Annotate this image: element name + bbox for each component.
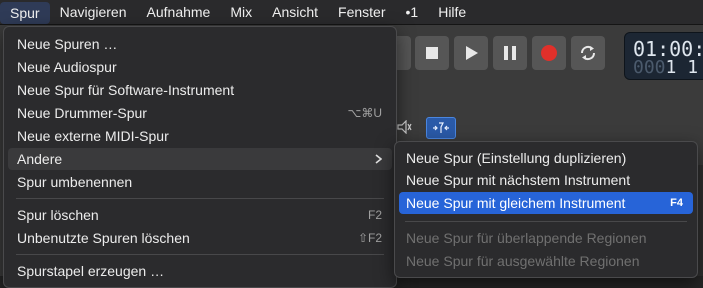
menu-item-shortcut: F2 (367, 208, 382, 222)
lcd-bars: 0001 1 (633, 57, 698, 78)
menu-item-label: Neue Spur für Software-Instrument (17, 82, 235, 98)
lcd-bars-dim: 000 (633, 57, 666, 78)
menu-item-label: Neue Spuren … (17, 36, 118, 52)
menu-item-spurstapel-erzeugen[interactable]: Spurstapel erzeugen … (8, 260, 392, 282)
spur-menu: Neue Spuren … Neue Audiospur Neue Spur f… (3, 26, 397, 288)
menu-item-label: Neue Drummer-Spur (17, 105, 147, 121)
submenu-item-label: Neue Spur für überlappende Regionen (406, 230, 647, 246)
secondary-toolbar (390, 117, 703, 139)
cycle-icon (580, 45, 596, 61)
submenu-item-gleichem-instrument[interactable]: Neue Spur mit gleichem Instrument F4 (399, 192, 693, 214)
menu-item-label: Spur umbenennen (17, 174, 133, 190)
stop-icon (426, 47, 438, 59)
menubar-one[interactable]: •1 (396, 0, 429, 24)
submenu-item-label: Neue Spur mit nächstem Instrument (406, 172, 631, 188)
menu-item-label: Spurstapel erzeugen … (17, 263, 165, 279)
menu-item-neue-audiospur[interactable]: Neue Audiospur (8, 56, 392, 78)
menu-item-label: Neue Audiospur (17, 59, 117, 75)
menu-bar: Spur Navigieren Aufnahme Mix Ansicht Fen… (0, 0, 703, 25)
andere-submenu: Neue Spur (Einstellung duplizieren) Neue… (394, 141, 698, 278)
submenu-item-einstellung-duplizieren[interactable]: Neue Spur (Einstellung duplizieren) (399, 147, 693, 169)
menubar-navigieren[interactable]: Navigieren (50, 0, 137, 24)
submenu-item-label: Neue Spur (Einstellung duplizieren) (406, 150, 627, 166)
menubar-fenster[interactable]: Fenster (328, 0, 395, 24)
submenu-item-label: Neue Spur für ausgewählte Regionen (406, 253, 640, 269)
menu-item-spur-loeschen[interactable]: Spur löschen F2 (8, 204, 392, 226)
menubar-mix[interactable]: Mix (220, 0, 262, 24)
menu-item-label: Neue externe MIDI-Spur (17, 128, 169, 144)
menu-item-drummer-spur[interactable]: Neue Drummer-Spur ⌥⌘U (8, 102, 392, 124)
menu-item-software-instrument[interactable]: Neue Spur für Software-Instrument (8, 79, 392, 101)
play-icon (466, 46, 478, 60)
menu-item-externe-midi-spur[interactable]: Neue externe MIDI-Spur (8, 125, 392, 147)
menubar-aufnahme[interactable]: Aufnahme (137, 0, 221, 24)
submenu-item-shortcut: F4 (670, 197, 683, 209)
menubar-hilfe[interactable]: Hilfe (428, 0, 476, 24)
transport-controls (395, 36, 625, 70)
rewind-button[interactable] (395, 36, 411, 70)
menu-item-shortcut: ⌥⌘U (347, 106, 383, 120)
merge-filter-button[interactable] (426, 117, 456, 139)
menu-separator (16, 254, 384, 255)
menubar-ansicht[interactable]: Ansicht (262, 0, 328, 24)
record-button[interactable] (532, 36, 566, 70)
menu-item-andere[interactable]: Andere (8, 148, 392, 170)
lcd-display: 01:00:00 0001 1 (624, 32, 703, 80)
stop-button[interactable] (415, 36, 449, 70)
speaker-icon (397, 120, 412, 134)
filter-merge-icon (433, 122, 449, 133)
record-icon (541, 45, 557, 61)
play-button[interactable] (454, 36, 488, 70)
menu-item-spur-umbenennen[interactable]: Spur umbenennen (8, 171, 392, 193)
menu-item-neue-spuren[interactable]: Neue Spuren … (8, 33, 392, 55)
menu-item-label: Andere (17, 151, 63, 167)
submenu-separator (405, 221, 687, 222)
pause-icon (504, 46, 516, 60)
pause-button[interactable] (493, 36, 527, 70)
submenu-item-ueberlappende-regionen: Neue Spur für überlappende Regionen (399, 227, 693, 249)
submenu-item-naechstem-instrument[interactable]: Neue Spur mit nächstem Instrument (399, 169, 693, 191)
cycle-button[interactable] (571, 36, 605, 70)
chevron-right-icon (375, 154, 382, 164)
submenu-item-label: Neue Spur mit gleichem Instrument (406, 195, 626, 211)
menu-item-shortcut: ⇧F2 (357, 231, 382, 245)
menu-item-label: Unbenutzte Spuren löschen (17, 230, 190, 246)
menu-item-unbenutzte-spuren-loeschen[interactable]: Unbenutzte Spuren löschen ⇧F2 (8, 227, 392, 249)
submenu-item-ausgewaehlte-regionen: Neue Spur für ausgewählte Regionen (399, 250, 693, 272)
menu-separator (16, 198, 384, 199)
menubar-spur[interactable]: Spur (0, 1, 50, 24)
lcd-bars-value: 1 1 (665, 57, 699, 78)
menu-item-label: Spur löschen (17, 207, 99, 223)
